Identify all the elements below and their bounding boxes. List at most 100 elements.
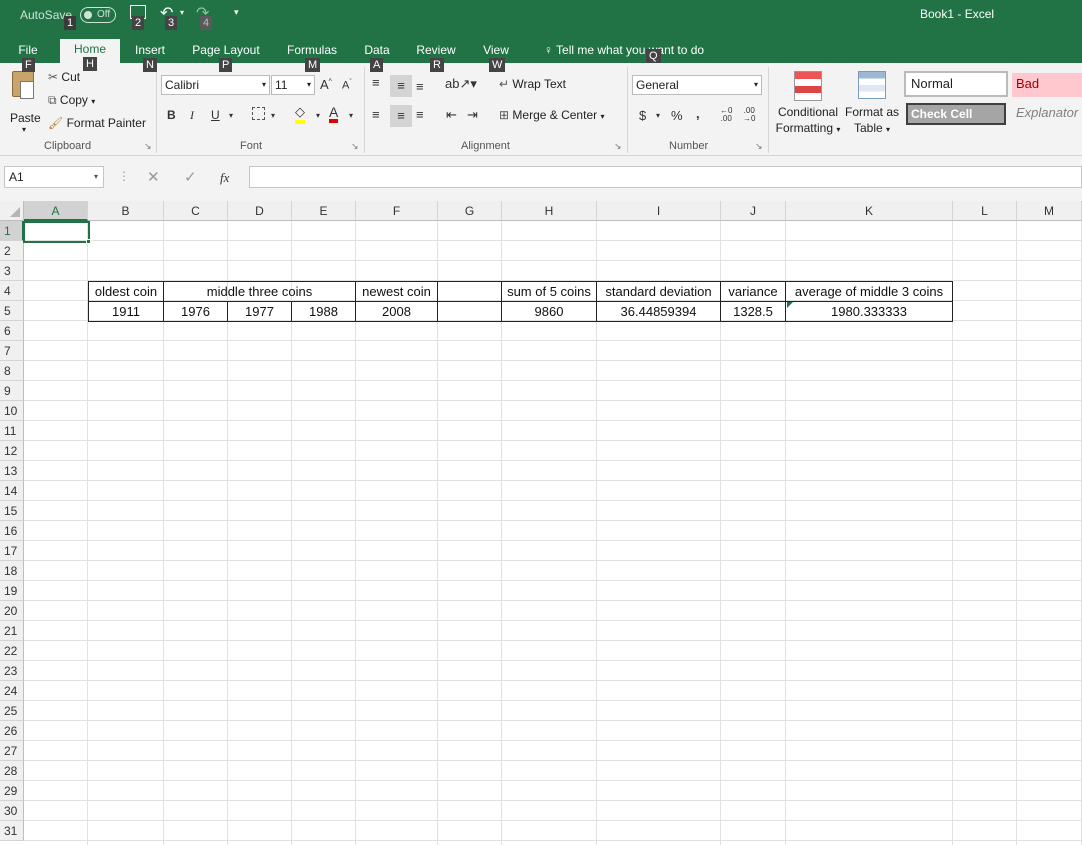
insert-function-button[interactable]: fx	[220, 170, 229, 186]
tell-me-search[interactable]: ♀ Tell me what you want to do	[535, 40, 713, 63]
row-header-12[interactable]: 12	[0, 441, 24, 461]
cell-J5[interactable]: 1328.5	[721, 302, 786, 322]
row-header-20[interactable]: 20	[0, 601, 24, 621]
column-header-h[interactable]: H	[502, 201, 597, 221]
borders-icon[interactable]	[252, 107, 265, 120]
row-header-9[interactable]: 9	[0, 381, 24, 401]
row-header-21[interactable]: 21	[0, 621, 24, 641]
cell-K4[interactable]: average of middle 3 coins	[786, 282, 953, 302]
row-header-23[interactable]: 23	[0, 661, 24, 681]
bold-button[interactable]: B	[167, 108, 176, 122]
column-header-e[interactable]: E	[292, 201, 356, 221]
align-left-icon[interactable]: ≡	[372, 107, 380, 122]
row-header-17[interactable]: 17	[0, 541, 24, 561]
orientation-icon[interactable]: ab↗▾	[445, 76, 477, 92]
currency-dropdown-icon[interactable]: ▾	[656, 111, 660, 120]
alignment-launcher-icon[interactable]: ↘	[614, 141, 622, 152]
row-header-22[interactable]: 22	[0, 641, 24, 661]
row-header-30[interactable]: 30	[0, 801, 24, 821]
merge-center-button[interactable]: ⊞ Merge & Center ▾	[499, 108, 604, 122]
cancel-icon[interactable]: ✕	[147, 168, 160, 186]
font-color-icon[interactable]: A	[329, 105, 339, 123]
underline-button[interactable]: U	[211, 108, 220, 122]
row-header-27[interactable]: 27	[0, 741, 24, 761]
cell-C5[interactable]: 1976	[164, 302, 228, 322]
cell-G5[interactable]	[438, 302, 502, 322]
row-header-25[interactable]: 25	[0, 701, 24, 721]
select-all-corner[interactable]	[0, 201, 24, 221]
format-painter-button[interactable]: 🖌 Format Painter	[48, 116, 146, 130]
percent-button[interactable]: %	[671, 108, 683, 123]
row-header-19[interactable]: 19	[0, 581, 24, 601]
row-header-14[interactable]: 14	[0, 481, 24, 501]
comma-button[interactable]: ,	[696, 106, 700, 121]
cut-button[interactable]: ✂ Cut	[48, 70, 80, 84]
cell-B4[interactable]: oldest coin	[89, 282, 164, 302]
decrease-font-icon[interactable]: Aˇ	[342, 79, 352, 92]
undo-dropdown-icon[interactable]: ▾	[180, 8, 184, 17]
align-center-icon[interactable]: ≡	[390, 105, 412, 127]
align-middle-icon[interactable]: ≡	[390, 75, 412, 97]
name-box[interactable]: A1 ▾	[4, 166, 104, 188]
row-header-31[interactable]: 31	[0, 821, 24, 841]
enter-icon[interactable]: ✓	[184, 168, 197, 186]
column-header-g[interactable]: G	[438, 201, 502, 221]
font-color-dropdown-icon[interactable]: ▾	[349, 111, 353, 120]
currency-button[interactable]: $	[639, 108, 646, 123]
increase-decimal-icon[interactable]: ←0.00	[720, 107, 732, 123]
cell-C4-E4-merged[interactable]: middle three coins	[164, 282, 356, 302]
cell-J4[interactable]: variance	[721, 282, 786, 302]
row-header-15[interactable]: 15	[0, 501, 24, 521]
row-header-24[interactable]: 24	[0, 681, 24, 701]
worksheet-grid[interactable]: ABCDEFGHIJKLM 1 2 3 4 5 6 7 8 9 10 11 12 13 14 15 16 17 1…	[0, 201, 1082, 845]
cell-F5[interactable]: 2008	[356, 302, 438, 322]
fill-color-icon[interactable]: ◇	[295, 104, 305, 124]
column-header-c[interactable]: C	[164, 201, 228, 221]
align-top-icon[interactable]: ≡	[372, 75, 380, 90]
copy-button[interactable]: ⧉ Copy ▾	[48, 93, 95, 108]
row-header-4[interactable]: 4	[0, 281, 24, 301]
row-header-6[interactable]: 6	[0, 321, 24, 341]
cell-F4[interactable]: newest coin	[356, 282, 438, 302]
decrease-indent-icon[interactable]: ⇤	[446, 107, 457, 123]
cell-H4[interactable]: sum of 5 coins	[502, 282, 597, 302]
column-header-k[interactable]: K	[786, 201, 953, 221]
row-header-29[interactable]: 29	[0, 781, 24, 801]
font-name-dropdown[interactable]: Calibri ▾	[161, 75, 270, 95]
column-header-j[interactable]: J	[721, 201, 786, 221]
borders-dropdown-icon[interactable]: ▾	[271, 111, 275, 120]
column-header-f[interactable]: F	[356, 201, 438, 221]
row-header-3[interactable]: 3	[0, 261, 24, 281]
cell-B5[interactable]: 1911	[89, 302, 164, 322]
align-bottom-icon[interactable]: ≡	[416, 79, 424, 94]
cell-I4[interactable]: standard deviation	[597, 282, 721, 302]
column-header-l[interactable]: L	[953, 201, 1017, 221]
align-right-icon[interactable]: ≡	[416, 107, 424, 122]
wrap-text-button[interactable]: ↵ Wrap Text	[499, 77, 566, 91]
row-header-28[interactable]: 28	[0, 761, 24, 781]
style-explanatory[interactable]: Explanator	[1012, 103, 1082, 125]
font-size-dropdown[interactable]: 11 ▾	[271, 75, 315, 95]
cell-G4[interactable]	[438, 282, 502, 302]
number-format-dropdown[interactable]: General ▾	[632, 75, 762, 95]
conditional-formatting-button[interactable]: Conditional Formatting ▾	[772, 69, 844, 139]
row-header-8[interactable]: 8	[0, 361, 24, 381]
row-header-18[interactable]: 18	[0, 561, 24, 581]
decrease-decimal-icon[interactable]: .00 →0	[743, 107, 755, 123]
autosave-toggle[interactable]: Off	[80, 7, 116, 23]
format-as-table-button[interactable]: Format as Table ▾	[844, 69, 900, 139]
active-cell-A1[interactable]	[23, 221, 90, 243]
underline-dropdown-icon[interactable]: ▾	[229, 111, 233, 120]
cell-E5[interactable]: 1988	[292, 302, 356, 322]
clipboard-launcher-icon[interactable]: ↘	[144, 141, 152, 152]
row-header-2[interactable]: 2	[0, 241, 24, 261]
paste-button[interactable]: Paste ▾	[6, 69, 42, 135]
row-header-10[interactable]: 10	[0, 401, 24, 421]
cell-K5[interactable]: 1980.333333	[786, 302, 953, 322]
style-normal[interactable]: Normal	[904, 71, 1008, 97]
column-header-a[interactable]: A	[24, 201, 88, 221]
number-launcher-icon[interactable]: ↘	[755, 141, 763, 152]
row-header-26[interactable]: 26	[0, 721, 24, 741]
style-check-cell[interactable]: Check Cell	[906, 103, 1006, 125]
cell-I5[interactable]: 36.44859394	[597, 302, 721, 322]
